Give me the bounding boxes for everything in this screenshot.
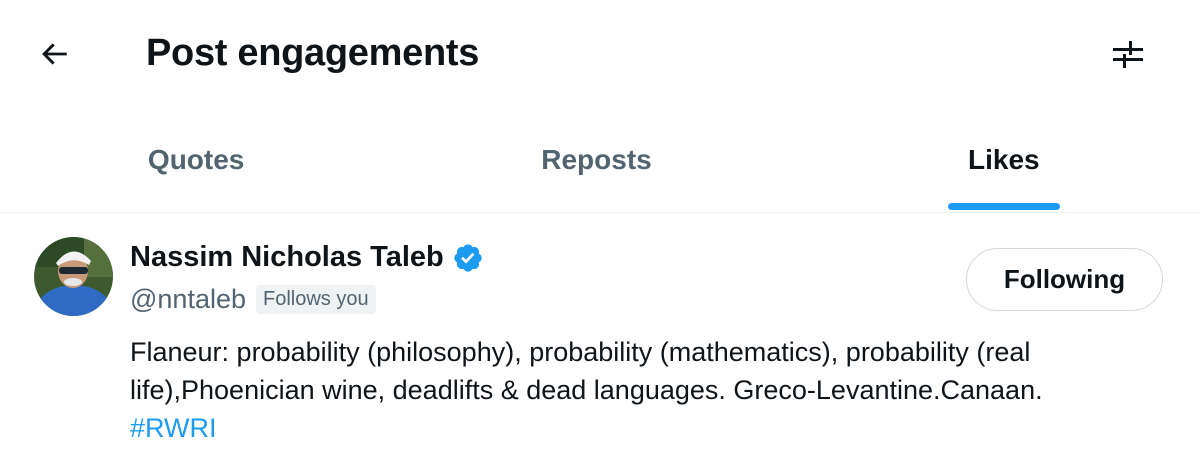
sliders-icon xyxy=(1113,41,1143,68)
page-title: Post engagements xyxy=(146,32,480,74)
tab-likes[interactable]: Likes xyxy=(793,108,1200,212)
follows-you-badge: Follows you xyxy=(256,285,376,314)
user-cell[interactable]: Nassim Nicholas Taleb @nntaleb Follows y… xyxy=(0,213,1200,468)
tab-quotes[interactable]: Quotes xyxy=(0,108,400,212)
user-name[interactable]: Nassim Nicholas Taleb xyxy=(130,241,444,274)
user-name-line: Nassim Nicholas Taleb xyxy=(130,241,484,274)
tab-bar: Quotes Reposts Likes xyxy=(0,108,1200,213)
tab-label: Likes xyxy=(968,144,1040,175)
bio-hashtag-link[interactable]: #RWRI xyxy=(130,413,217,443)
filter-button[interactable] xyxy=(1104,30,1152,78)
tab-reposts[interactable]: Reposts xyxy=(400,108,792,212)
verified-badge-icon xyxy=(454,243,482,272)
tab-label: Quotes xyxy=(147,144,245,175)
back-button[interactable] xyxy=(30,30,78,78)
top-bar: Post engagements xyxy=(0,0,1200,108)
handle-line: @nntaleb Follows you xyxy=(130,284,376,315)
arrow-left-icon xyxy=(42,43,67,65)
user-bio: Flaneur: probability (philosophy), proba… xyxy=(130,333,1130,447)
bio-text: Flaneur: probability (philosophy), proba… xyxy=(130,337,1043,405)
active-tab-indicator xyxy=(948,203,1061,210)
avatar[interactable] xyxy=(34,237,113,316)
tab-label: Reposts xyxy=(541,144,652,175)
following-button[interactable]: Following xyxy=(966,248,1163,311)
user-handle[interactable]: @nntaleb xyxy=(130,284,246,315)
